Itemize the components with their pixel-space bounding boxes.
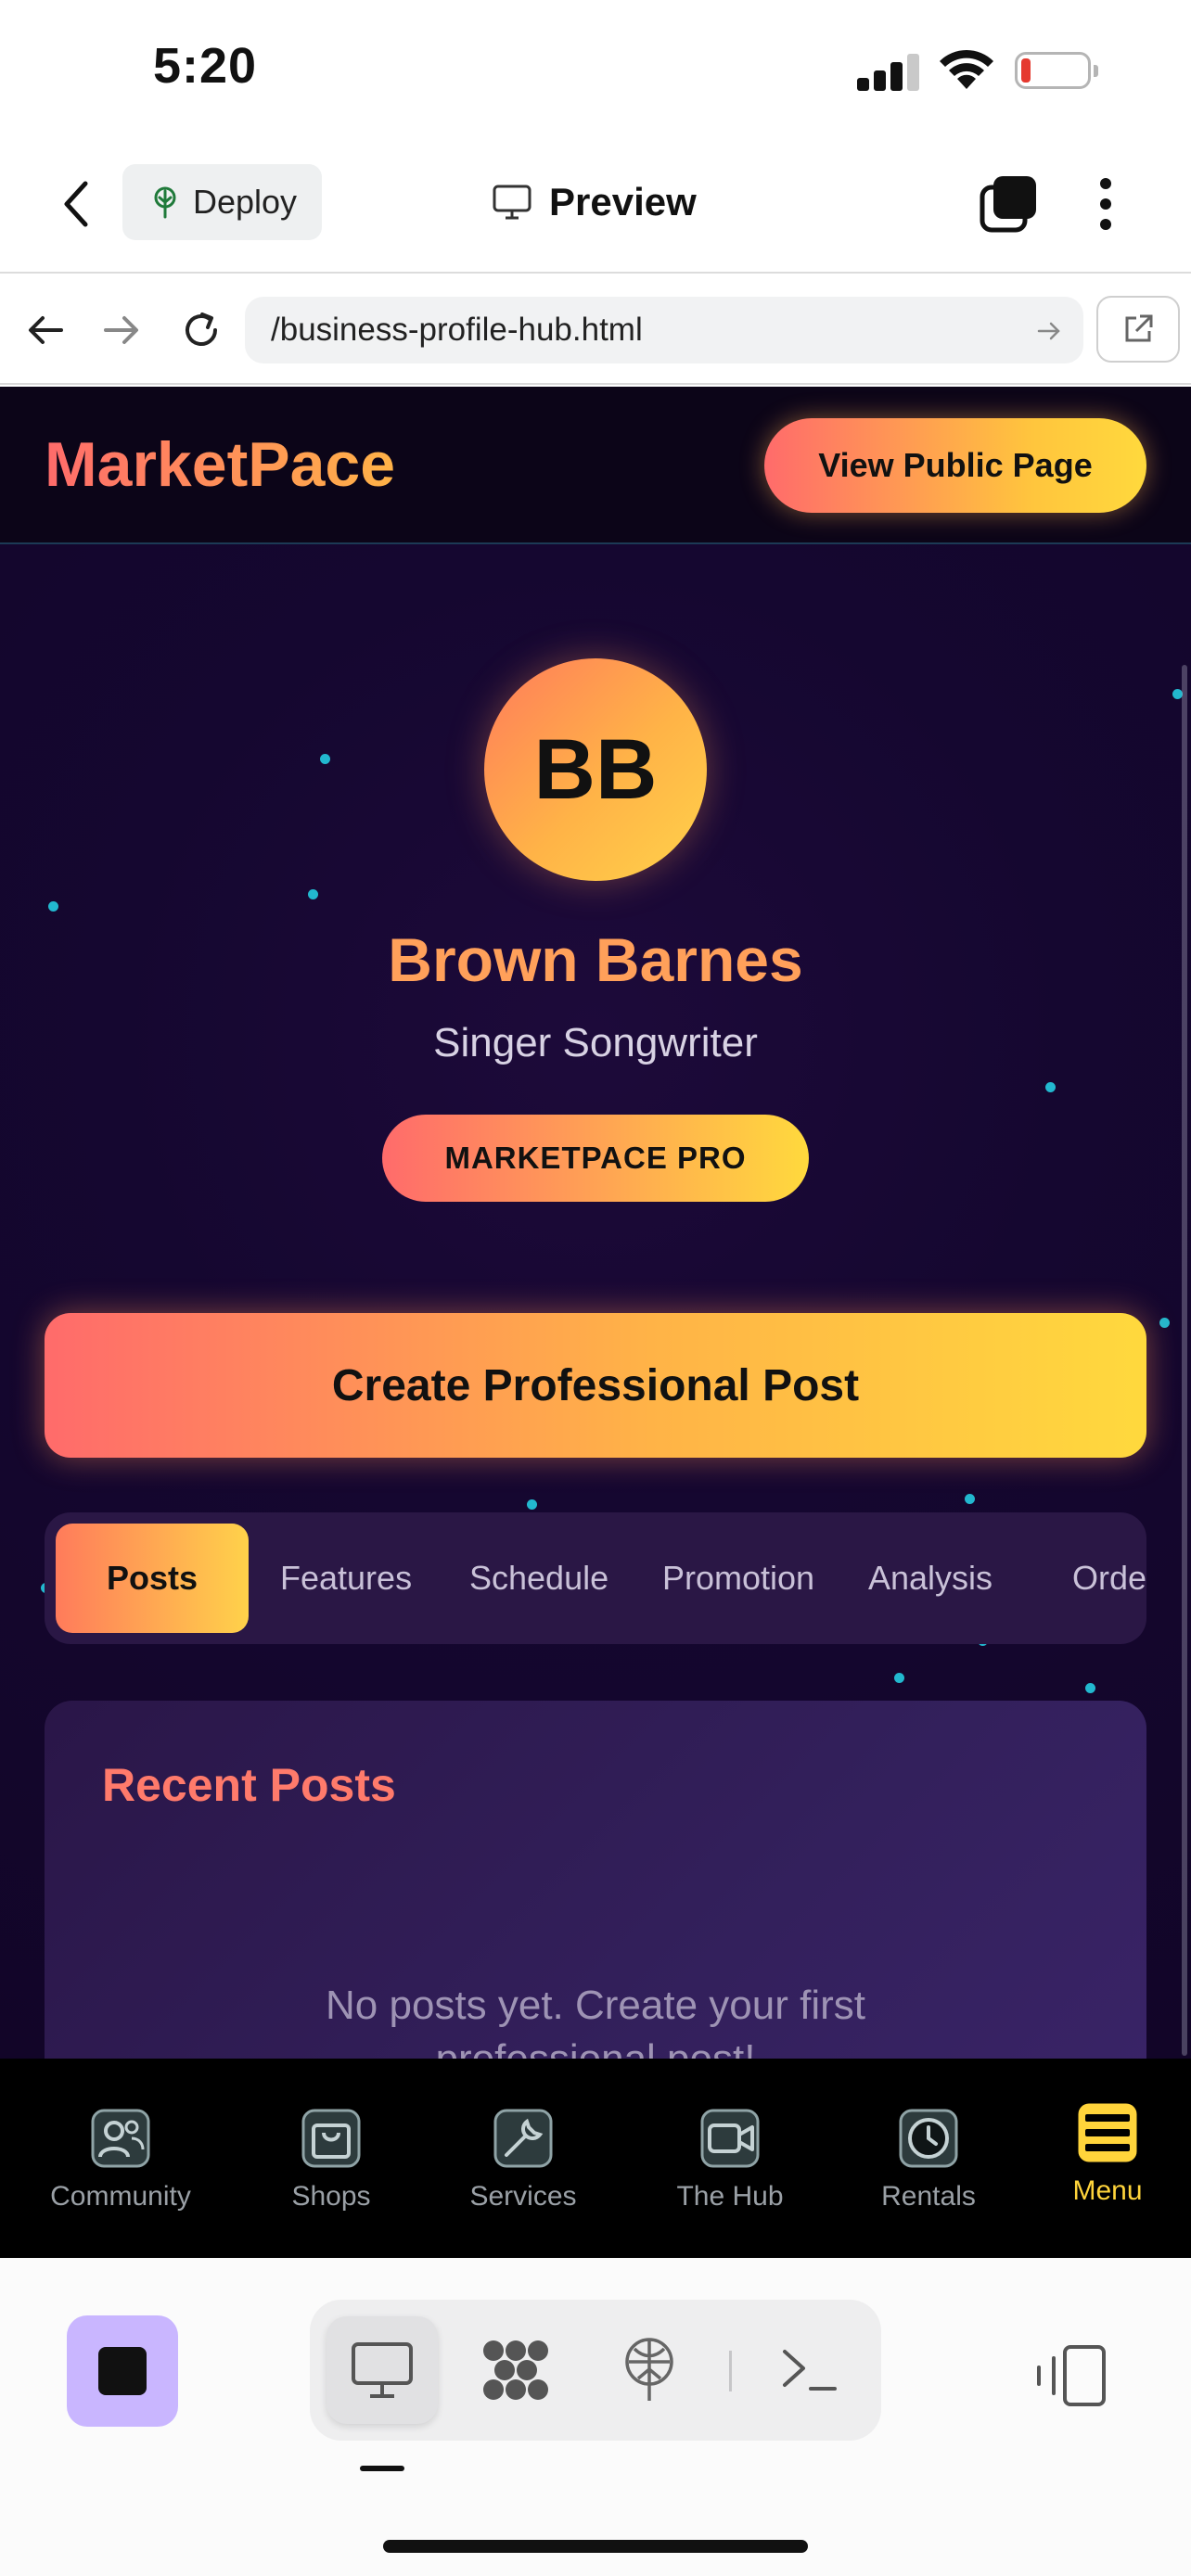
- wrench-icon: [493, 2109, 553, 2168]
- reload-icon[interactable]: [178, 307, 224, 353]
- nav-label: Services: [469, 2181, 577, 2212]
- tabs-icon[interactable]: [979, 174, 1038, 234]
- tab-promotion[interactable]: Promotion: [662, 1512, 814, 1644]
- divider: [729, 2351, 732, 2391]
- desktop-preview-tab[interactable]: [327, 2316, 438, 2424]
- preview-label: Preview: [549, 180, 697, 223]
- menu-icon: [1078, 2103, 1137, 2162]
- shopping-bag-icon: [301, 2109, 361, 2168]
- create-professional-post-button[interactable]: Create Professional Post: [45, 1313, 1146, 1458]
- agent-icon: [483, 2340, 548, 2400]
- particle: [894, 1673, 904, 1683]
- particle: [1159, 1318, 1170, 1328]
- stop-icon: [98, 2347, 147, 2395]
- profile-name: Brown Barnes: [388, 925, 803, 994]
- deploy-tab[interactable]: [594, 2316, 705, 2424]
- deploy-icon: [154, 186, 176, 219]
- community-icon: [91, 2109, 150, 2168]
- particle: [1085, 1683, 1095, 1693]
- particle: [1045, 1082, 1056, 1092]
- nav-the-hub[interactable]: The Hub: [637, 2059, 823, 2258]
- back-chevron-icon[interactable]: [54, 176, 100, 232]
- active-tab-indicator: [360, 2466, 404, 2471]
- particle: [308, 889, 318, 899]
- tab-features[interactable]: Features: [280, 1512, 412, 1644]
- recent-posts-title: Recent Posts: [102, 1759, 396, 1811]
- web-preview: MarketPace View Public Page BB Brown Bar…: [0, 387, 1191, 2059]
- avatar: BB: [484, 658, 707, 881]
- battery-icon: [1015, 52, 1098, 89]
- empty-message-line-1: No posts yet. Create your first: [326, 1983, 865, 2028]
- url-text: /business-profile-hub.html: [271, 312, 643, 348]
- video-camera-icon: [700, 2109, 760, 2168]
- particle: [965, 1494, 975, 1504]
- empty-posts-message: No posts yet. Create your first professi…: [45, 1979, 1146, 2059]
- terminal-icon: [783, 2350, 837, 2391]
- nav-community[interactable]: Community: [28, 2059, 213, 2258]
- empty-message-line-2: professional post!: [45, 2033, 1146, 2059]
- tab-analysis[interactable]: Analysis: [868, 1512, 992, 1644]
- nav-label: Rentals: [881, 2181, 976, 2212]
- pro-badge: MARKETPACE PRO: [382, 1115, 809, 1202]
- nav-shops[interactable]: Shops: [238, 2059, 424, 2258]
- cellular-signal-icon: [857, 52, 920, 91]
- site-header: MarketPace View Public Page: [0, 387, 1191, 544]
- nav-menu[interactable]: Menu: [1015, 2059, 1191, 2258]
- site-logo[interactable]: MarketPace: [45, 428, 395, 501]
- scrollbar[interactable]: [1182, 665, 1187, 2056]
- profile-tabs: Posts Features Schedule Promotion Analys…: [45, 1512, 1146, 1644]
- ide-toolbar: [0, 2258, 1191, 2576]
- nav-services[interactable]: Services: [430, 2059, 616, 2258]
- monitor-icon: [493, 185, 531, 220]
- device-toggle-icon[interactable]: [1030, 2343, 1108, 2408]
- particle: [320, 754, 330, 764]
- clock-icon: [899, 2109, 958, 2168]
- stop-button[interactable]: [67, 2315, 178, 2427]
- deploy-button[interactable]: Deploy: [122, 164, 322, 240]
- view-public-page-button[interactable]: View Public Page: [764, 418, 1146, 513]
- app-bar: Deploy Preview: [0, 139, 1191, 274]
- url-input[interactable]: /business-profile-hub.html: [245, 297, 1083, 363]
- recent-posts-card: Recent Posts No posts yet. Create your f…: [45, 1701, 1146, 2059]
- particle: [48, 901, 58, 912]
- external-link-icon: [1125, 314, 1153, 342]
- browser-back-icon[interactable]: [22, 307, 69, 353]
- site-bottom-nav: Community Shops Services The Hub Rentals: [0, 2059, 1191, 2258]
- nav-label: Menu: [1072, 2175, 1143, 2206]
- nav-label: Community: [50, 2181, 191, 2212]
- tab-schedule[interactable]: Schedule: [469, 1512, 608, 1644]
- wifi-icon: [940, 49, 993, 89]
- tab-posts[interactable]: Posts: [56, 1524, 249, 1633]
- view-switcher: [310, 2300, 881, 2441]
- preview-title: Preview: [492, 174, 697, 230]
- nav-label: Shops: [291, 2181, 371, 2212]
- desktop-preview-icon: [352, 2342, 413, 2398]
- terminal-tab[interactable]: [753, 2316, 864, 2424]
- tab-orders[interactable]: Orde: [1072, 1512, 1146, 1644]
- open-external-button[interactable]: [1096, 296, 1180, 363]
- browser-forward-icon[interactable]: [98, 307, 145, 353]
- particle: [527, 1499, 537, 1510]
- browser-toolbar: /business-profile-hub.html: [0, 275, 1191, 385]
- agent-tab[interactable]: [460, 2316, 571, 2424]
- go-arrow-icon[interactable]: [1035, 317, 1063, 345]
- nav-rentals[interactable]: Rentals: [836, 2059, 1021, 2258]
- nav-label: The Hub: [676, 2181, 784, 2212]
- status-time: 5:20: [153, 38, 258, 94]
- deploy-label: Deploy: [193, 183, 298, 221]
- profile-role: Singer Songwriter: [433, 1020, 758, 1065]
- status-bar: 5:20: [0, 0, 1191, 139]
- more-vertical-icon[interactable]: [1095, 174, 1117, 234]
- deploy-icon: [625, 2338, 673, 2401]
- home-indicator: [383, 2540, 808, 2553]
